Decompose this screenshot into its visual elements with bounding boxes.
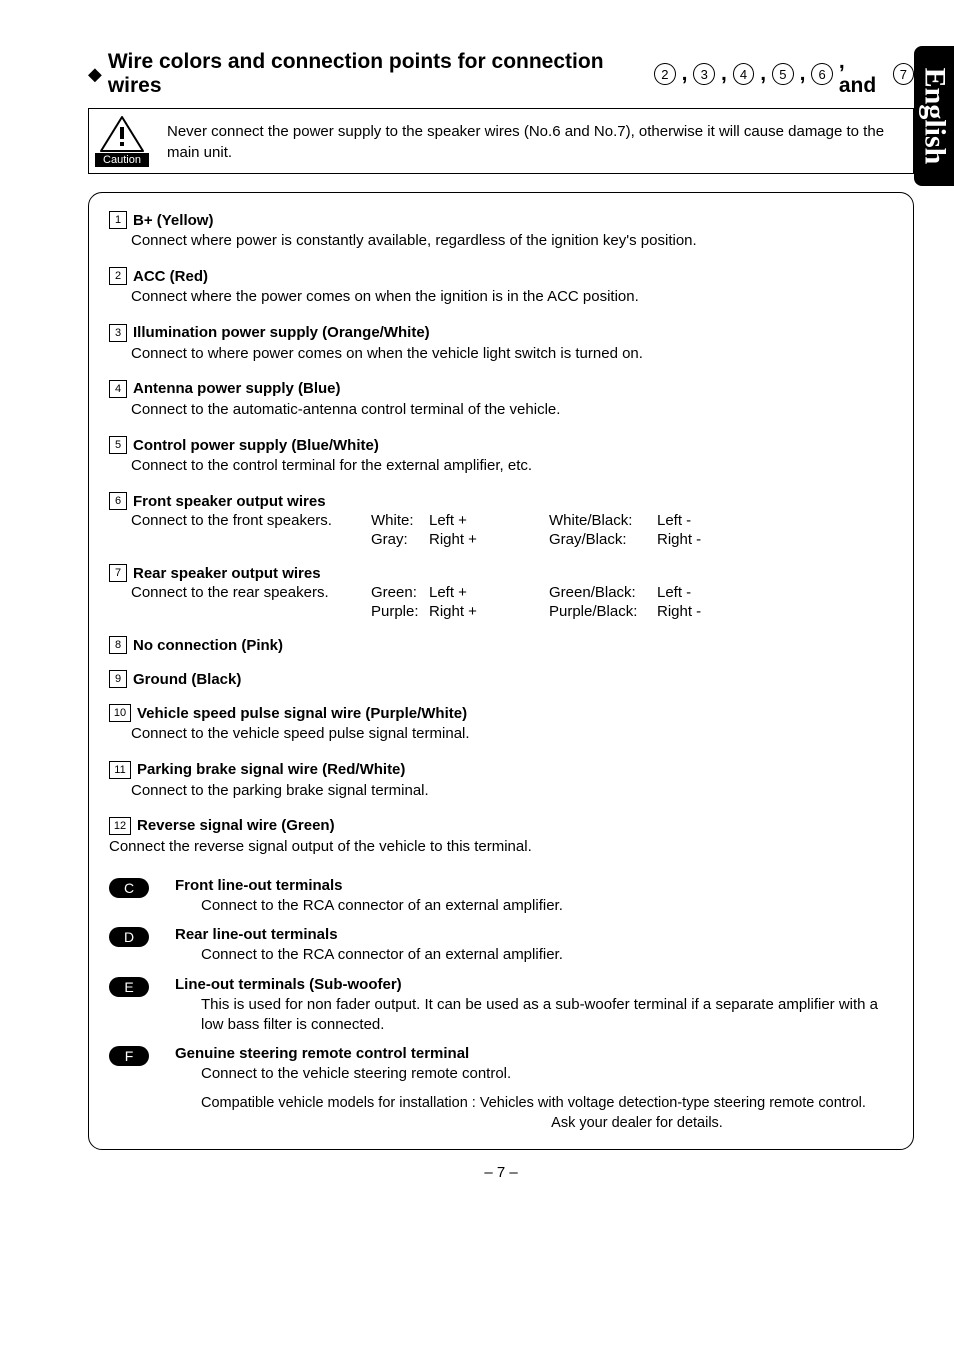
caution-label: Caution: [95, 153, 149, 167]
diamond-icon: ◆: [88, 64, 102, 85]
heading-num: 5: [772, 63, 793, 85]
terminal-letter: E: [109, 977, 149, 997]
wire-item: 5 Control power supply (Blue/White) Connec…: [109, 436, 893, 476]
item-title: Control power supply (Blue/White): [133, 437, 379, 454]
item-title: Reverse signal wire (Green): [137, 817, 335, 834]
wire-item: 2 ACC (Red) Connect where the power comes …: [109, 267, 893, 307]
language-tab-label: English: [917, 68, 951, 165]
item-number: 11: [109, 761, 131, 779]
terminal-desc: Connect to the RCA connector of an exter…: [201, 945, 563, 965]
item-title: B+ (Yellow): [133, 212, 213, 229]
item-number: 10: [109, 704, 131, 722]
heading-and: , and: [839, 50, 887, 98]
terminal-item: F Genuine steering remote control termina…: [109, 1045, 893, 1084]
item-number: 1: [109, 211, 127, 229]
heading-num: 3: [693, 63, 714, 85]
item-title: No connection (Pink): [133, 637, 283, 654]
terminal-item: D Rear line-out terminals Connect to the R…: [109, 926, 893, 965]
item-desc: Connect to the rear speakers.: [131, 584, 371, 601]
wire-item: 3 Illumination power supply (Orange/White…: [109, 324, 893, 364]
item-number: 5: [109, 436, 127, 454]
wire-item: 9 Ground (Black): [109, 670, 893, 688]
item-title: Parking brake signal wire (Red/White): [137, 761, 405, 778]
item-desc: Connect to where power comes on when the…: [131, 344, 893, 364]
wire-item: 11 Parking brake signal wire (Red/White) C…: [109, 761, 893, 801]
item-title: Ground (Black): [133, 671, 241, 688]
item-desc: Connect to the automatic-antenna control…: [131, 400, 893, 420]
item-title: Front speaker output wires: [133, 493, 326, 510]
caution-icon: Caution: [95, 115, 149, 167]
item-desc: Connect to the parking brake signal term…: [131, 781, 893, 801]
wire-item: 12 Reverse signal wire (Green) Connect the…: [109, 817, 893, 857]
terminal-letter: F: [109, 1046, 149, 1066]
wire-item-rear-speakers: 7 Rear speaker output wires Connect to th…: [109, 564, 893, 620]
terminal-title: Rear line-out terminals: [175, 926, 563, 943]
item-number: 8: [109, 636, 127, 654]
compatibility-note: Compatible vehicle models for installati…: [201, 1094, 893, 1133]
terminal-title: Line-out terminals (Sub-woofer): [175, 976, 893, 993]
item-number: 4: [109, 380, 127, 398]
item-desc: Connect the reverse signal output of the…: [109, 837, 893, 857]
terminal-title: Genuine steering remote control terminal: [175, 1045, 511, 1062]
heading-num: 7: [893, 63, 914, 85]
wire-item: 4 Antenna power supply (Blue) Connect to t…: [109, 380, 893, 420]
item-number: 6: [109, 492, 127, 510]
item-title: ACC (Red): [133, 268, 208, 285]
language-tab: English: [914, 46, 954, 186]
item-desc: Connect where power is constantly availa…: [131, 231, 893, 251]
terminal-desc: This is used for non fader output. It ca…: [201, 995, 893, 1036]
terminal-desc: Connect to the vehicle steering remote c…: [201, 1064, 511, 1084]
wire-item-front-speakers: 6 Front speaker output wires Connect to t…: [109, 492, 893, 548]
item-number: 9: [109, 670, 127, 688]
item-title: Vehicle speed pulse signal wire (Purple/…: [137, 705, 467, 722]
item-desc: Connect to the vehicle speed pulse signa…: [131, 724, 893, 744]
item-number: 7: [109, 564, 127, 582]
item-desc: Connect to the front speakers.: [131, 512, 371, 529]
wire-list-box: 1 B+ (Yellow) Connect where power is const…: [88, 192, 914, 1150]
item-desc: Connect to the control terminal for the …: [131, 456, 893, 476]
terminal-letter: D: [109, 927, 149, 947]
heading-prefix: Wire colors and connection points for co…: [108, 50, 648, 98]
item-number: 12: [109, 817, 131, 835]
item-title: Illumination power supply (Orange/White): [133, 324, 430, 341]
heading-num: 2: [654, 63, 675, 85]
terminal-letter: C: [109, 878, 149, 898]
section-heading: ◆ Wire colors and connection points for …: [88, 50, 914, 98]
heading-num: 6: [811, 63, 832, 85]
terminal-title: Front line-out terminals: [175, 877, 563, 894]
terminal-item: C Front line-out terminals Connect to the …: [109, 877, 893, 916]
terminal-desc: Connect to the RCA connector of an exter…: [201, 896, 563, 916]
item-number: 3: [109, 324, 127, 342]
item-title: Rear speaker output wires: [133, 565, 321, 582]
wire-item: 10 Vehicle speed pulse signal wire (Purpl…: [109, 704, 893, 744]
item-number: 2: [109, 267, 127, 285]
item-title: Antenna power supply (Blue): [133, 380, 341, 397]
heading-num: 4: [733, 63, 754, 85]
terminal-item: E Line-out terminals (Sub-woofer) This is …: [109, 976, 893, 1036]
page-number: – 7 –: [88, 1164, 914, 1181]
caution-block: Caution Never connect the power supply t…: [88, 108, 914, 174]
wire-item: 1 B+ (Yellow) Connect where power is const…: [109, 211, 893, 251]
caution-text: Never connect the power supply to the sp…: [167, 115, 903, 163]
item-desc: Connect where the power comes on when th…: [131, 287, 893, 307]
wire-item: 8 No connection (Pink): [109, 636, 893, 654]
